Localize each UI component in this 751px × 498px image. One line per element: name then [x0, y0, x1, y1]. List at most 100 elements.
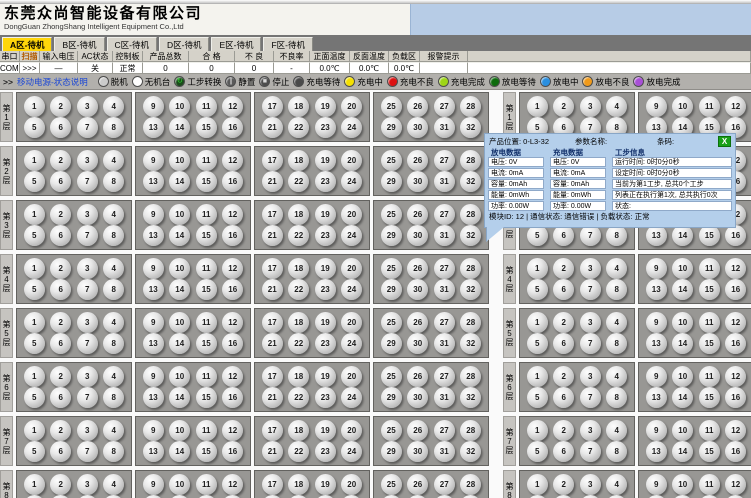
cell-circle[interactable]: 5: [24, 333, 45, 354]
tab-d-zone[interactable]: D区-待机: [159, 37, 209, 51]
cell-circle[interactable]: 11: [196, 366, 217, 387]
cell-circle[interactable]: 20: [341, 420, 362, 441]
cell-circle[interactable]: 6: [50, 333, 71, 354]
cell-circle[interactable]: 8: [606, 441, 627, 462]
cell-circle[interactable]: 30: [407, 333, 428, 354]
cell-circle[interactable]: 2: [50, 312, 71, 333]
cell-circle[interactable]: 5: [24, 441, 45, 462]
cell-circle[interactable]: 17: [262, 312, 283, 333]
cell-circle[interactable]: 1: [24, 204, 45, 225]
cell-circle[interactable]: 12: [222, 420, 243, 441]
cell-circle[interactable]: 5: [527, 225, 548, 246]
cell-circle[interactable]: 26: [407, 204, 428, 225]
cell-circle[interactable]: 15: [699, 225, 720, 246]
cell-circle[interactable]: 18: [288, 204, 309, 225]
cell-circle[interactable]: 12: [222, 312, 243, 333]
cell-circle[interactable]: 16: [725, 279, 746, 300]
cell-circle[interactable]: 12: [725, 312, 746, 333]
cell-circle[interactable]: 10: [169, 474, 190, 495]
cell-circle[interactable]: 6: [553, 441, 574, 462]
cell-circle[interactable]: 1: [527, 420, 548, 441]
cell-circle[interactable]: 29: [381, 333, 402, 354]
cell-circle[interactable]: 27: [434, 474, 455, 495]
cell-circle[interactable]: 7: [77, 279, 98, 300]
cell-circle[interactable]: 14: [169, 441, 190, 462]
cell-circle[interactable]: 6: [553, 387, 574, 408]
cell-circle[interactable]: 9: [143, 366, 164, 387]
cell-circle[interactable]: 31: [434, 441, 455, 462]
cell-circle[interactable]: 6: [553, 333, 574, 354]
cell-circle[interactable]: 9: [646, 258, 667, 279]
cell-circle[interactable]: 2: [553, 366, 574, 387]
cell-circle[interactable]: 16: [222, 171, 243, 192]
cell-circle[interactable]: 4: [606, 474, 627, 495]
cell-circle[interactable]: 9: [646, 366, 667, 387]
cell-circle[interactable]: 29: [381, 171, 402, 192]
cell-circle[interactable]: 28: [460, 366, 481, 387]
cell-circle[interactable]: 16: [222, 225, 243, 246]
cell-circle[interactable]: 15: [699, 279, 720, 300]
cell-circle[interactable]: 5: [24, 117, 45, 138]
cell-circle[interactable]: 17: [262, 420, 283, 441]
cell-circle[interactable]: 18: [288, 258, 309, 279]
cell-circle[interactable]: 2: [50, 366, 71, 387]
cell-circle[interactable]: 19: [315, 96, 336, 117]
cell-circle[interactable]: 10: [672, 258, 693, 279]
cell-circle[interactable]: 1: [24, 258, 45, 279]
cell-circle[interactable]: 7: [77, 333, 98, 354]
cell-circle[interactable]: 8: [606, 387, 627, 408]
cell-circle[interactable]: 29: [381, 225, 402, 246]
tab-c-zone[interactable]: C区-待机: [107, 37, 157, 51]
cell-circle[interactable]: 26: [407, 258, 428, 279]
cell-circle[interactable]: 5: [24, 279, 45, 300]
cell-circle[interactable]: 24: [341, 387, 362, 408]
cell-circle[interactable]: 12: [222, 150, 243, 171]
tab-a-zone[interactable]: A区-待机: [2, 37, 52, 51]
cell-circle[interactable]: 11: [196, 204, 217, 225]
cell-circle[interactable]: 25: [381, 366, 402, 387]
cell-circle[interactable]: 12: [725, 96, 746, 117]
cell-circle[interactable]: 3: [77, 96, 98, 117]
cell-circle[interactable]: 5: [24, 171, 45, 192]
tab-f-zone[interactable]: F区-待机: [263, 37, 313, 51]
cell-circle[interactable]: 28: [460, 312, 481, 333]
cell-circle[interactable]: 30: [407, 441, 428, 462]
cell-circle[interactable]: 4: [103, 96, 124, 117]
cell-circle[interactable]: 4: [606, 258, 627, 279]
cell-circle[interactable]: 16: [222, 279, 243, 300]
cell-circle[interactable]: 15: [196, 333, 217, 354]
cell-circle[interactable]: 2: [553, 474, 574, 495]
cell-circle[interactable]: 12: [222, 474, 243, 495]
cell-circle[interactable]: 12: [725, 366, 746, 387]
tab-e-zone[interactable]: E区-待机: [211, 37, 261, 51]
cell-circle[interactable]: 13: [646, 225, 667, 246]
cell-circle[interactable]: 12: [725, 474, 746, 495]
cell-circle[interactable]: 32: [460, 117, 481, 138]
cell-circle[interactable]: 7: [77, 441, 98, 462]
cell-circle[interactable]: 9: [646, 474, 667, 495]
cell-circle[interactable]: 7: [580, 333, 601, 354]
cell-circle[interactable]: 20: [341, 258, 362, 279]
cell-circle[interactable]: 16: [725, 225, 746, 246]
cell-circle[interactable]: 11: [699, 312, 720, 333]
cell-circle[interactable]: 14: [169, 279, 190, 300]
cell-circle[interactable]: 14: [169, 117, 190, 138]
cell-circle[interactable]: 32: [460, 171, 481, 192]
cell-circle[interactable]: 32: [460, 441, 481, 462]
cell-circle[interactable]: 1: [24, 96, 45, 117]
cell-circle[interactable]: 18: [288, 96, 309, 117]
cell-circle[interactable]: 15: [196, 441, 217, 462]
cell-circle[interactable]: 13: [143, 171, 164, 192]
cell-circle[interactable]: 14: [672, 333, 693, 354]
cell-circle[interactable]: 24: [341, 333, 362, 354]
cell-circle[interactable]: 2: [50, 258, 71, 279]
cell-circle[interactable]: 10: [672, 366, 693, 387]
cell-circle[interactable]: 7: [77, 387, 98, 408]
cell-circle[interactable]: 2: [553, 96, 574, 117]
cell-circle[interactable]: 21: [262, 387, 283, 408]
cell-circle[interactable]: 5: [24, 387, 45, 408]
cell-circle[interactable]: 15: [196, 117, 217, 138]
cell-circle[interactable]: 17: [262, 366, 283, 387]
cell-circle[interactable]: 15: [699, 387, 720, 408]
cell-circle[interactable]: 8: [103, 225, 124, 246]
